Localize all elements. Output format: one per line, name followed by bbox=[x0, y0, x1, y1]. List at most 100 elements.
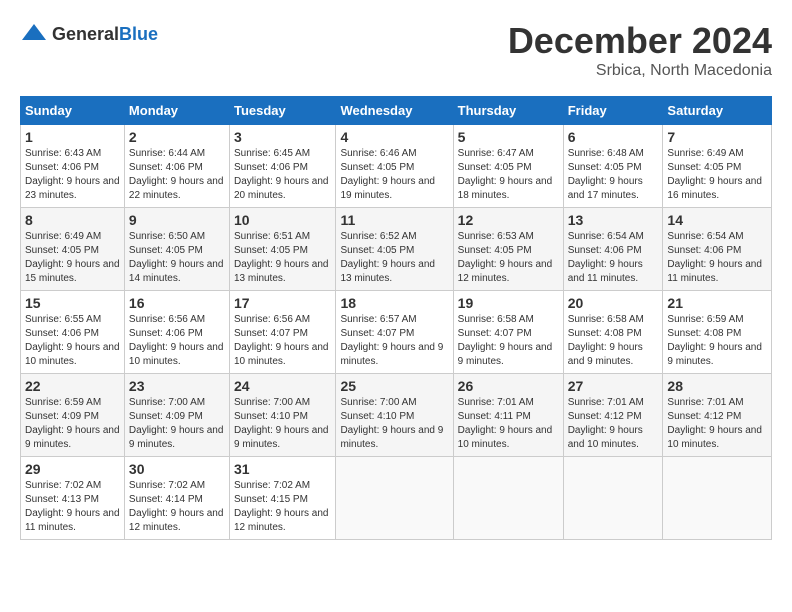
day-number: 2 bbox=[129, 129, 225, 145]
day-cell-6: 6 Sunrise: 6:48 AMSunset: 4:05 PMDayligh… bbox=[563, 125, 663, 208]
empty-cell bbox=[563, 457, 663, 540]
day-info: Sunrise: 7:02 AMSunset: 4:15 PMDaylight:… bbox=[234, 479, 331, 535]
day-number: 29 bbox=[25, 461, 120, 477]
day-cell-19: 19 Sunrise: 6:58 AMSunset: 4:07 PMDaylig… bbox=[453, 291, 563, 374]
day-cell-21: 21 Sunrise: 6:59 AMSunset: 4:08 PMDaylig… bbox=[663, 291, 772, 374]
day-info: Sunrise: 6:47 AMSunset: 4:05 PMDaylight:… bbox=[458, 147, 559, 203]
day-number: 16 bbox=[129, 295, 225, 311]
logo-text-general: General bbox=[52, 24, 119, 44]
day-info: Sunrise: 6:49 AMSunset: 4:05 PMDaylight:… bbox=[667, 147, 767, 203]
day-info: Sunrise: 7:01 AMSunset: 4:12 PMDaylight:… bbox=[568, 396, 659, 452]
month-title: December 2024 bbox=[508, 20, 772, 62]
day-info: Sunrise: 7:01 AMSunset: 4:11 PMDaylight:… bbox=[458, 396, 559, 452]
day-cell-15: 15 Sunrise: 6:55 AMSunset: 4:06 PMDaylig… bbox=[21, 291, 125, 374]
logo-text-blue: Blue bbox=[119, 24, 158, 44]
day-number: 21 bbox=[667, 295, 767, 311]
day-info: Sunrise: 7:00 AMSunset: 4:10 PMDaylight:… bbox=[234, 396, 331, 452]
day-number: 14 bbox=[667, 212, 767, 228]
day-number: 7 bbox=[667, 129, 767, 145]
empty-cell bbox=[453, 457, 563, 540]
header-saturday: Saturday bbox=[663, 97, 772, 125]
day-cell-8: 8 Sunrise: 6:49 AMSunset: 4:05 PMDayligh… bbox=[21, 208, 125, 291]
title-block: December 2024 Srbica, North Macedonia bbox=[508, 20, 772, 80]
day-cell-30: 30 Sunrise: 7:02 AMSunset: 4:14 PMDaylig… bbox=[124, 457, 229, 540]
day-info: Sunrise: 7:01 AMSunset: 4:12 PMDaylight:… bbox=[667, 396, 767, 452]
day-cell-5: 5 Sunrise: 6:47 AMSunset: 4:05 PMDayligh… bbox=[453, 125, 563, 208]
day-number: 8 bbox=[25, 212, 120, 228]
day-info: Sunrise: 6:54 AMSunset: 4:06 PMDaylight:… bbox=[667, 230, 767, 286]
header-tuesday: Tuesday bbox=[229, 97, 335, 125]
day-info: Sunrise: 6:46 AMSunset: 4:05 PMDaylight:… bbox=[340, 147, 448, 203]
day-number: 9 bbox=[129, 212, 225, 228]
calendar-table: Sunday Monday Tuesday Wednesday Thursday… bbox=[20, 96, 772, 540]
calendar-week-1: 1 Sunrise: 6:43 AMSunset: 4:06 PMDayligh… bbox=[21, 125, 772, 208]
day-number: 5 bbox=[458, 129, 559, 145]
day-cell-16: 16 Sunrise: 6:56 AMSunset: 4:06 PMDaylig… bbox=[124, 291, 229, 374]
header-sunday: Sunday bbox=[21, 97, 125, 125]
logo: GeneralBlue bbox=[20, 20, 158, 48]
day-cell-29: 29 Sunrise: 7:02 AMSunset: 4:13 PMDaylig… bbox=[21, 457, 125, 540]
day-info: Sunrise: 6:53 AMSunset: 4:05 PMDaylight:… bbox=[458, 230, 559, 286]
calendar-week-5: 29 Sunrise: 7:02 AMSunset: 4:13 PMDaylig… bbox=[21, 457, 772, 540]
day-number: 18 bbox=[340, 295, 448, 311]
day-info: Sunrise: 6:43 AMSunset: 4:06 PMDaylight:… bbox=[25, 147, 120, 203]
day-cell-13: 13 Sunrise: 6:54 AMSunset: 4:06 PMDaylig… bbox=[563, 208, 663, 291]
day-cell-20: 20 Sunrise: 6:58 AMSunset: 4:08 PMDaylig… bbox=[563, 291, 663, 374]
day-info: Sunrise: 7:00 AMSunset: 4:09 PMDaylight:… bbox=[129, 396, 225, 452]
day-info: Sunrise: 6:54 AMSunset: 4:06 PMDaylight:… bbox=[568, 230, 659, 286]
day-cell-4: 4 Sunrise: 6:46 AMSunset: 4:05 PMDayligh… bbox=[336, 125, 453, 208]
day-number: 31 bbox=[234, 461, 331, 477]
day-info: Sunrise: 6:52 AMSunset: 4:05 PMDaylight:… bbox=[340, 230, 448, 286]
day-number: 6 bbox=[568, 129, 659, 145]
day-number: 19 bbox=[458, 295, 559, 311]
day-info: Sunrise: 6:45 AMSunset: 4:06 PMDaylight:… bbox=[234, 147, 331, 203]
day-info: Sunrise: 6:56 AMSunset: 4:06 PMDaylight:… bbox=[129, 313, 225, 369]
day-info: Sunrise: 6:49 AMSunset: 4:05 PMDaylight:… bbox=[25, 230, 120, 286]
day-number: 4 bbox=[340, 129, 448, 145]
day-cell-28: 28 Sunrise: 7:01 AMSunset: 4:12 PMDaylig… bbox=[663, 374, 772, 457]
day-info: Sunrise: 6:55 AMSunset: 4:06 PMDaylight:… bbox=[25, 313, 120, 369]
page-header: GeneralBlue December 2024 Srbica, North … bbox=[20, 20, 772, 80]
day-cell-23: 23 Sunrise: 7:00 AMSunset: 4:09 PMDaylig… bbox=[124, 374, 229, 457]
day-number: 30 bbox=[129, 461, 225, 477]
day-number: 11 bbox=[340, 212, 448, 228]
day-number: 1 bbox=[25, 129, 120, 145]
day-cell-12: 12 Sunrise: 6:53 AMSunset: 4:05 PMDaylig… bbox=[453, 208, 563, 291]
day-info: Sunrise: 6:58 AMSunset: 4:08 PMDaylight:… bbox=[568, 313, 659, 369]
empty-cell bbox=[663, 457, 772, 540]
day-number: 28 bbox=[667, 378, 767, 394]
day-info: Sunrise: 6:50 AMSunset: 4:05 PMDaylight:… bbox=[129, 230, 225, 286]
day-cell-17: 17 Sunrise: 6:56 AMSunset: 4:07 PMDaylig… bbox=[229, 291, 335, 374]
day-info: Sunrise: 6:58 AMSunset: 4:07 PMDaylight:… bbox=[458, 313, 559, 369]
day-cell-10: 10 Sunrise: 6:51 AMSunset: 4:05 PMDaylig… bbox=[229, 208, 335, 291]
day-info: Sunrise: 6:57 AMSunset: 4:07 PMDaylight:… bbox=[340, 313, 448, 369]
day-info: Sunrise: 6:48 AMSunset: 4:05 PMDaylight:… bbox=[568, 147, 659, 203]
day-number: 3 bbox=[234, 129, 331, 145]
day-cell-11: 11 Sunrise: 6:52 AMSunset: 4:05 PMDaylig… bbox=[336, 208, 453, 291]
day-cell-26: 26 Sunrise: 7:01 AMSunset: 4:11 PMDaylig… bbox=[453, 374, 563, 457]
day-cell-27: 27 Sunrise: 7:01 AMSunset: 4:12 PMDaylig… bbox=[563, 374, 663, 457]
location-title: Srbica, North Macedonia bbox=[508, 62, 772, 80]
day-number: 23 bbox=[129, 378, 225, 394]
day-cell-7: 7 Sunrise: 6:49 AMSunset: 4:05 PMDayligh… bbox=[663, 125, 772, 208]
header-thursday: Thursday bbox=[453, 97, 563, 125]
day-cell-9: 9 Sunrise: 6:50 AMSunset: 4:05 PMDayligh… bbox=[124, 208, 229, 291]
day-cell-14: 14 Sunrise: 6:54 AMSunset: 4:06 PMDaylig… bbox=[663, 208, 772, 291]
empty-cell bbox=[336, 457, 453, 540]
day-cell-3: 3 Sunrise: 6:45 AMSunset: 4:06 PMDayligh… bbox=[229, 125, 335, 208]
day-info: Sunrise: 7:02 AMSunset: 4:13 PMDaylight:… bbox=[25, 479, 120, 535]
calendar-week-3: 15 Sunrise: 6:55 AMSunset: 4:06 PMDaylig… bbox=[21, 291, 772, 374]
day-number: 10 bbox=[234, 212, 331, 228]
day-number: 17 bbox=[234, 295, 331, 311]
calendar-week-4: 22 Sunrise: 6:59 AMSunset: 4:09 PMDaylig… bbox=[21, 374, 772, 457]
day-number: 20 bbox=[568, 295, 659, 311]
day-number: 15 bbox=[25, 295, 120, 311]
day-cell-1: 1 Sunrise: 6:43 AMSunset: 4:06 PMDayligh… bbox=[21, 125, 125, 208]
day-number: 13 bbox=[568, 212, 659, 228]
day-cell-18: 18 Sunrise: 6:57 AMSunset: 4:07 PMDaylig… bbox=[336, 291, 453, 374]
day-number: 24 bbox=[234, 378, 331, 394]
calendar-week-2: 8 Sunrise: 6:49 AMSunset: 4:05 PMDayligh… bbox=[21, 208, 772, 291]
day-info: Sunrise: 6:56 AMSunset: 4:07 PMDaylight:… bbox=[234, 313, 331, 369]
day-number: 22 bbox=[25, 378, 120, 394]
day-info: Sunrise: 6:59 AMSunset: 4:08 PMDaylight:… bbox=[667, 313, 767, 369]
